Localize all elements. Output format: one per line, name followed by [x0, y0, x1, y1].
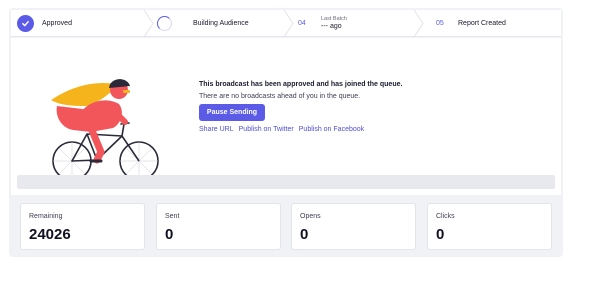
share-links: Share URL Publish on Twitter Publish on …: [199, 126, 364, 133]
step-report-created: 05 Report Created: [419, 10, 561, 37]
stat-sent: Sent 0: [156, 203, 281, 250]
publish-facebook-link[interactable]: Publish on Facebook: [299, 126, 364, 133]
step-building-audience-label: Building Audience: [193, 20, 249, 27]
step-report-created-number: 05: [436, 20, 444, 27]
stat-remaining-label: Remaining: [29, 213, 63, 220]
stat-clicks-label: Clicks: [436, 213, 455, 220]
stat-opens: Opens 0: [291, 203, 416, 250]
progress-stepper: Approved Building Audience 04 Last Batch…: [11, 10, 561, 37]
broadcast-status-card: This broadcast has been approved and has…: [11, 38, 561, 195]
stat-sent-value: 0: [165, 226, 174, 243]
stat-sent-label: Sent: [165, 213, 180, 220]
stat-remaining: Remaining 24026: [20, 203, 145, 250]
status-title: This broadcast has been approved and has…: [199, 81, 403, 88]
step-divider: [283, 10, 294, 37]
pause-sending-button[interactable]: Pause Sending: [199, 104, 265, 121]
check-icon: [17, 15, 34, 32]
step-divider: [413, 10, 424, 37]
stat-opens-value: 0: [300, 226, 309, 243]
step-report-created-label: Report Created: [458, 20, 506, 27]
spinner-icon: [157, 16, 172, 31]
share-url-link[interactable]: Share URL: [199, 126, 234, 133]
stat-remaining-value: 24026: [29, 226, 71, 243]
step-approved-label: Approved: [42, 20, 72, 27]
step-last-batch: 04 Last Batch --- ago: [289, 10, 424, 37]
step-divider: [143, 10, 154, 37]
step-last-batch-number: 04: [298, 20, 306, 27]
status-subtitle: There are no broadcasts ahead of you in …: [199, 93, 361, 100]
stat-opens-label: Opens: [300, 213, 321, 220]
stat-clicks-value: 0: [436, 226, 445, 243]
stats-row: Remaining 24026 Sent 0 Opens 0 Clicks 0: [20, 203, 553, 250]
stat-clicks: Clicks 0: [427, 203, 552, 250]
sending-progress-bar: [17, 175, 555, 189]
publish-twitter-link[interactable]: Publish on Twitter: [239, 126, 294, 133]
step-last-batch-label: Last Batch: [321, 16, 347, 22]
step-approved: Approved: [11, 10, 154, 37]
step-last-batch-value: --- ago: [321, 23, 342, 30]
